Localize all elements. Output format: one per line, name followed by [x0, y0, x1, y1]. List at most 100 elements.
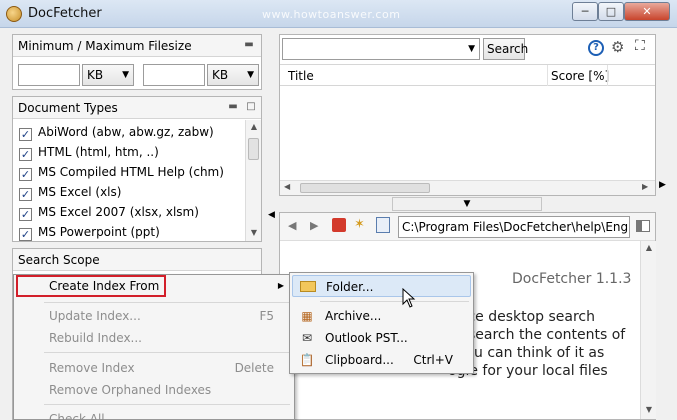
checkbox-checked-icon[interactable]: ✓ — [19, 208, 32, 221]
document-types-title: Document Types — [18, 101, 118, 115]
search-button[interactable]: Search — [483, 38, 529, 60]
title-bar: DocFetcher www.howtoanswer.com ─ □ ✕ — [0, 0, 677, 28]
doc-type-item[interactable]: ✓ HTML (html, htm, ..) — [19, 142, 159, 162]
stop-icon[interactable] — [332, 218, 346, 232]
doc-type-item[interactable]: ✓ MS Excel (xls) — [19, 182, 121, 202]
collapse-layout-icon[interactable]: ⛶ — [635, 38, 645, 54]
preview-text-line: u can think of it as — [474, 345, 605, 361]
menu-separator — [44, 302, 290, 303]
preview-scrollbar[interactable]: ▲ ▼ — [640, 241, 656, 419]
doc-type-item[interactable]: ✓ MS Excel 2007 (xlsx, xlsm) — [19, 202, 199, 222]
folder-icon — [300, 281, 316, 292]
scroll-down-icon[interactable]: ▼ — [246, 226, 262, 240]
scrollbar-thumb[interactable] — [300, 183, 430, 193]
checkbox-checked-icon[interactable]: ✓ — [19, 188, 32, 201]
collapse-right-sash[interactable]: ▶ — [657, 160, 668, 210]
scroll-up-icon[interactable]: ▲ — [641, 241, 657, 255]
chevron-down-icon: ▼ — [122, 70, 129, 80]
collapse-left-sash[interactable]: ◀ — [266, 190, 277, 240]
checkbox-checked-icon[interactable]: ✓ — [19, 128, 32, 141]
minimize-panel-icon[interactable]: ▬ — [243, 39, 255, 51]
open-browser-icon[interactable] — [376, 217, 390, 233]
submenu-item-label: Archive... — [325, 309, 382, 323]
menu-item-label: Rebuild Index... — [49, 331, 142, 345]
search-query-combo[interactable]: ▼ — [282, 38, 480, 60]
chevron-down-icon: ▼ — [247, 70, 254, 80]
menu-separator — [44, 352, 290, 353]
archive-icon: ▦ — [301, 309, 313, 323]
scrollbar-thumb[interactable] — [248, 138, 259, 160]
minimize-panel-icon[interactable]: ▬ — [227, 101, 239, 113]
preview-path-field[interactable]: C:\Program Files\DocFetcher\help\English… — [398, 216, 630, 238]
column-score[interactable]: Score [%] — [551, 69, 609, 83]
help-icon[interactable]: ? — [588, 40, 604, 56]
submenu-arrow-icon: ▶ — [277, 281, 284, 290]
search-button-label: Search — [487, 42, 529, 56]
scroll-up-icon[interactable]: ▲ — [246, 120, 262, 134]
search-panel: ▼ Search ? ⚙ ⛶ Title Score [%] ◀ ▶ — [279, 34, 656, 196]
column-title[interactable]: Title — [288, 69, 314, 83]
menu-item-label: Check All — [49, 412, 105, 420]
doc-type-label: MS Excel (xls) — [38, 185, 122, 199]
submenu-item-clipboard[interactable]: 📋 Clipboard... Ctrl+V — [292, 349, 471, 371]
submenu-item-shortcut: Ctrl+V — [413, 353, 453, 367]
doc-type-item[interactable]: ✓ AbiWord (abw, abw.gz, zabw) — [19, 122, 214, 142]
max-unit-value: KB — [212, 68, 229, 82]
doc-type-label: MS Compiled HTML Help (chm) — [38, 165, 224, 179]
search-scope-title: Search Scope — [18, 253, 100, 267]
layout-toggle-icon[interactable] — [636, 220, 650, 232]
menu-item-label: Update Index... — [49, 309, 141, 323]
menu-item-remove-orphaned[interactable]: Remove Orphaned Indexes — [16, 379, 292, 401]
doc-type-label: HTML (html, htm, ..) — [38, 145, 159, 159]
document-types-panel: Document Types ▬ □ ✓ AbiWord (abw, abw.gz… — [12, 96, 262, 242]
settings-gear-icon[interactable]: ⚙ — [611, 38, 624, 56]
checkbox-checked-icon[interactable]: ✓ — [19, 148, 32, 161]
menu-item-label: Remove Orphaned Indexes — [49, 383, 212, 397]
doc-type-item[interactable]: ✓ MS Compiled HTML Help (chm) — [19, 162, 224, 182]
min-unit-select[interactable]: KB ▼ — [82, 64, 134, 86]
scroll-down-icon[interactable]: ▼ — [641, 403, 657, 417]
checkbox-checked-icon[interactable]: ✓ — [19, 228, 32, 241]
column-divider — [607, 65, 608, 86]
highlight-annotation — [16, 275, 166, 297]
preview-text-line: rce desktop search — [462, 309, 596, 325]
results-hscrollbar[interactable]: ◀ ▶ — [280, 180, 655, 195]
checkbox-checked-icon[interactable]: ✓ — [19, 168, 32, 181]
submenu-item-folder[interactable]: Folder... — [292, 275, 471, 297]
scroll-left-icon[interactable]: ◀ — [284, 182, 290, 191]
preview-path-text: C:\Program Files\DocFetcher\help\English… — [402, 220, 630, 234]
scroll-right-icon[interactable]: ▶ — [642, 182, 648, 191]
maximize-panel-icon[interactable]: □ — [245, 101, 257, 113]
doc-type-label: AbiWord (abw, abw.gz, zabw) — [38, 125, 214, 139]
preview-text-line: search the contents of — [468, 327, 626, 343]
preview-toolbar: ◀ ▶ ✶ C:\Program Files\DocFetcher\help\E… — [280, 213, 655, 241]
filesize-panel-title: Minimum / Maximum Filesize — [18, 39, 192, 53]
max-unit-select[interactable]: KB ▼ — [207, 64, 259, 86]
submenu-item-archive[interactable]: ▦ Archive... — [292, 305, 471, 327]
doc-type-item[interactable]: ✓ MS Powerpoint (ppt) — [19, 222, 160, 242]
menu-item-shortcut: Delete — [234, 361, 274, 375]
submenu-item-label: Folder... — [326, 280, 374, 294]
maximize-button[interactable]: □ — [598, 2, 624, 21]
collapse-up-sash[interactable]: ▼ — [392, 197, 542, 211]
min-filesize-input[interactable] — [18, 64, 80, 86]
max-filesize-input[interactable] — [143, 64, 205, 86]
filesize-panel-header: Minimum / Maximum Filesize ▬ — [13, 35, 261, 57]
doc-types-scrollbar[interactable]: ▲ ▼ — [245, 120, 261, 241]
menu-item-check-all[interactable]: Check All — [16, 408, 292, 420]
filesize-panel: Minimum / Maximum Filesize ▬ KB ▼ KB ▼ — [12, 34, 262, 90]
menu-item-rebuild-index[interactable]: Rebuild Index... — [16, 327, 292, 349]
column-divider — [547, 65, 548, 86]
back-icon[interactable]: ◀ — [288, 219, 296, 232]
min-unit-value: KB — [87, 68, 104, 82]
app-dog-icon — [6, 6, 22, 22]
refresh-icon[interactable]: ✶ — [354, 217, 365, 232]
close-button[interactable]: ✕ — [624, 2, 670, 21]
menu-item-remove-index[interactable]: Remove Index Delete — [16, 357, 292, 379]
minimize-button[interactable]: ─ — [572, 2, 598, 21]
forward-icon[interactable]: ▶ — [310, 219, 318, 232]
chevron-down-icon[interactable]: ▼ — [468, 39, 475, 59]
submenu-item-outlook[interactable]: ✉ Outlook PST... — [292, 327, 471, 349]
doc-type-label: MS Excel 2007 (xlsx, xlsm) — [38, 205, 199, 219]
menu-item-update-index[interactable]: Update Index... F5 — [16, 305, 292, 327]
